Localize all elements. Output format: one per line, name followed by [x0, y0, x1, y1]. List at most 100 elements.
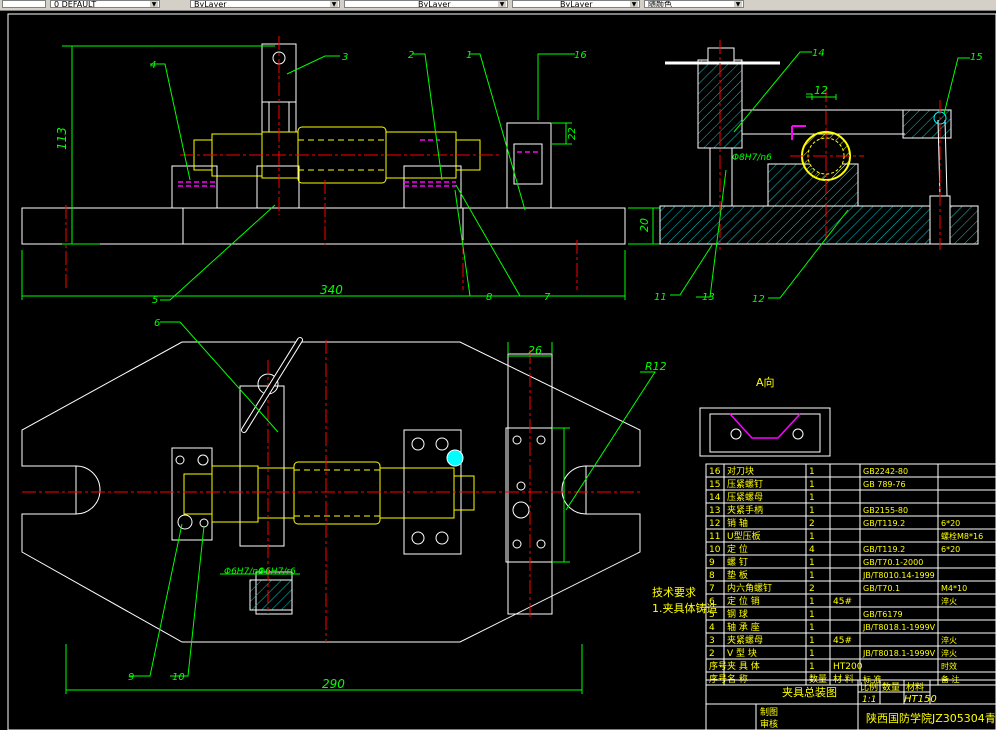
bom-cell-std: GB2242-80: [863, 467, 908, 476]
bom-cell-std: GB/T119.2: [863, 545, 905, 554]
bom-cell-name: 内六角螺钉: [727, 582, 772, 594]
balloon-14: 14: [812, 48, 825, 59]
qty-label: 数量: [882, 681, 900, 693]
layer-name-field[interactable]: [2, 0, 46, 8]
bom-cell-mat: 45#: [833, 597, 852, 607]
bom-cell-qty: 1: [809, 532, 815, 542]
balloon-10: 10: [172, 672, 185, 683]
top-center-lines: [22, 340, 640, 642]
layer-dropdown[interactable]: 0 DEFAULT ▼: [50, 0, 160, 8]
bom-cell-qty: 1: [809, 610, 815, 620]
chevron-down-icon: ▼: [498, 1, 506, 8]
bom-cell-no: 5: [709, 610, 715, 620]
bom-cell-no: 9: [709, 558, 715, 568]
top-section-hatch: [249, 579, 293, 611]
fit-phi6-r6: Φ6H7/r6: [258, 567, 296, 577]
right-support: [403, 165, 462, 209]
bom-cell-name: 夹紧手柄: [727, 504, 763, 516]
bom-cell-qty: 1: [809, 649, 815, 659]
tech-req-item-1: 1.夹具体铸造: [652, 601, 718, 615]
bom-cell-qty: 1: [809, 571, 815, 581]
bom-cell-note: 时效: [941, 661, 957, 671]
bom-cell-no: 4: [709, 623, 715, 633]
bom-cell-no: 6: [709, 597, 715, 607]
front-dimensions: [21, 45, 660, 300]
bom-cell-no: 14: [709, 493, 721, 503]
scale-value: 1:1: [862, 695, 876, 705]
balloon-5: 5: [152, 295, 158, 306]
bom-cell-std: GB 789-76: [863, 480, 906, 489]
balloon-6: 6: [154, 318, 160, 329]
bom-cell-std: JB/T8010.14-1999: [862, 571, 935, 580]
bom-cell-name: 定 位: [727, 543, 748, 555]
bom-cell-name: 销 轴: [727, 517, 748, 529]
balloon-11: 11: [654, 292, 667, 303]
bom-cell-qty: 1: [809, 597, 815, 607]
dim-290: 290: [322, 677, 345, 691]
balloon-12: 12: [752, 294, 765, 305]
bom-cell-std: GB/T70.1-2000: [863, 558, 923, 567]
chevron-down-icon: ▼: [734, 1, 742, 8]
mat-label: 材料: [906, 681, 924, 693]
bom-cell-name: 夹 具 体: [727, 660, 760, 672]
chevron-down-icon: ▼: [330, 1, 338, 8]
plotstyle-label: 随颜色: [648, 0, 672, 8]
bom-cell-name: 垫 板: [727, 569, 748, 581]
bom-cell-no: 2: [709, 649, 715, 659]
balloon-8: 8: [486, 292, 492, 303]
bom-cell-no: 12: [709, 519, 720, 529]
bom-cell-name: 钢 球: [727, 608, 748, 620]
bom-cell-no: 7: [709, 584, 715, 594]
bom-cell-name: 螺 钉: [727, 557, 748, 568]
dim-340: 340: [320, 283, 343, 297]
linetype-dropdown[interactable]: ByLayer ▼: [344, 0, 508, 8]
drawing-frame: [7, 13, 996, 730]
linetype-label: ByLayer: [418, 0, 451, 8]
view-a: [699, 407, 831, 457]
bom-cell-no: 15: [709, 480, 720, 490]
checked-by-label: 审核: [760, 718, 778, 730]
balloon-13: 13: [702, 292, 715, 303]
front-center-lines: [65, 36, 578, 290]
bom-cell-std: GB2155-80: [863, 506, 908, 515]
bom-cell-qty: 1: [809, 506, 815, 516]
plotstyle-dropdown[interactable]: 随颜色 ▼: [644, 0, 744, 8]
bom-cell-std: JB/T8018.1-1999V: [862, 623, 936, 632]
bom-table: 16 对刀块 1 GB2242-8015 压紧螺钉 1 GB 789-7614 压紧螺母 113…: [705, 463, 996, 686]
fit-phi8: Φ8H7/n6: [732, 153, 772, 163]
top-dimensions: [65, 321, 656, 694]
bom-cell-mat: 45#: [833, 636, 852, 646]
bom-cell-name: 定 位 销: [727, 595, 760, 607]
balloon-2: 2: [408, 50, 414, 61]
lineweight-dropdown[interactable]: ByLayer ▼: [512, 0, 640, 8]
bom-cell-qty: 1: [809, 480, 815, 490]
bom-cell-name: 压紧螺母: [727, 492, 763, 503]
bom-cell-name: 对刀块: [727, 465, 754, 477]
bom-cell-note: M4*10: [941, 584, 967, 593]
front-view: [21, 43, 626, 245]
bom-cell-note: 6*20: [941, 519, 960, 528]
chevron-down-icon: ▼: [150, 1, 158, 8]
bom-cell-std: GB/T6179: [863, 610, 903, 619]
bom-cell-note: 螺栓M8*16: [941, 531, 983, 541]
bom-cell-name: V 型 块: [727, 647, 757, 659]
balloon-16: 16: [574, 50, 587, 61]
dim-radius: R12: [645, 360, 667, 373]
side-section-view: [659, 47, 979, 245]
color-dropdown[interactable]: ByLayer ▼: [190, 0, 340, 8]
bom-cell-qty: 2: [809, 519, 815, 529]
dim-113: 113: [55, 127, 69, 150]
dim-12: 12: [814, 84, 828, 97]
bom-cell-note: 淬火: [941, 648, 957, 658]
bom-cell-name: 名 称: [727, 673, 748, 685]
top-stop-pin: [446, 449, 464, 467]
bom-cell-mat: HT200: [833, 662, 863, 672]
bom-cell-qty: 1: [809, 636, 815, 646]
bom-cell-name: 夹紧螺母: [727, 634, 763, 646]
left-support: [171, 165, 218, 209]
view-a-label: A向: [756, 375, 775, 389]
bom-cell-qty: 2: [809, 584, 815, 594]
drawing-canvas[interactable]: 113 340 22 20 4 3 2 1 16 5 8 7 12 Φ8H7/n…: [0, 10, 996, 730]
lineweight-label: ByLayer: [560, 0, 593, 8]
bom-cell-no: 13: [709, 506, 720, 516]
